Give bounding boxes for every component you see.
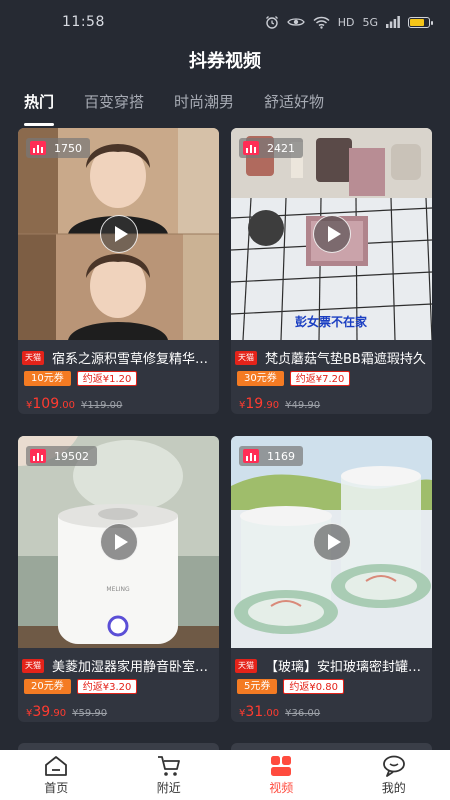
eye-icon (286, 18, 305, 26)
product-title[interactable]: 宿系之源积雪草修复精华抗糖化妆水 (52, 348, 215, 367)
nav-video-label: 视频 (269, 780, 294, 795)
nav-video[interactable]: 视频 (225, 750, 338, 800)
card-tags: 10元券 约返¥1.20 (24, 371, 138, 386)
page-title: 抖券视频 (189, 51, 261, 72)
category-tabs: 热门 百变穿搭 时尚潮男 舒适好物 (0, 88, 450, 126)
next-card-peek (231, 743, 432, 750)
product-title[interactable]: 美菱加湿器家用静音卧室大容量 (52, 656, 215, 675)
status-bar: 11:58 HD 5G (0, 0, 450, 44)
signal-icon (386, 16, 400, 28)
card-title-row: 天猫 【玻璃】安扣玻璃密封罐储物罐 (235, 656, 428, 675)
home-icon (45, 755, 68, 776)
price-decimal: .90 (50, 708, 67, 719)
alarm-icon (265, 16, 278, 29)
view-count-icon (30, 449, 46, 463)
video-card[interactable]: MELING 19502 天猫 美菱加湿器家用静音卧室大容量 20元券 约返¥3… (18, 436, 219, 722)
product-brand: MELING (106, 586, 130, 593)
view-count: 2421 (267, 141, 295, 155)
view-count-icon (30, 141, 46, 155)
hd-label: HD (337, 15, 355, 29)
tmall-badge: 天猫 (235, 350, 257, 365)
video-card[interactable]: 彭女票不在家 2421 天猫 梵贞蘑菇气垫BB霜遮瑕持久 30元券 约返¥7.2… (231, 128, 432, 414)
video-thumbnail[interactable]: 1750 (18, 128, 219, 340)
view-count-badge: 1750 (26, 138, 90, 158)
price-decimal: .00 (59, 400, 76, 411)
rebate-tag: 约返¥1.20 (76, 371, 138, 386)
rebate-tag: 约返¥7.20 (289, 371, 351, 386)
nav-mine[interactable]: 我的 (338, 750, 450, 800)
product-title[interactable]: 梵贞蘑菇气垫BB霜遮瑕持久 (265, 348, 426, 367)
rebate-tag: 约返¥0.80 (283, 679, 345, 694)
bottom-nav: 首页 附近 视频 我的 (0, 750, 450, 800)
status-time: 11:58 (62, 14, 105, 30)
thumbnail-caption: 彭女票不在家 (295, 314, 368, 329)
coupon-tag: 10元券 (24, 371, 71, 386)
tab-outfits[interactable]: 百变穿搭 (84, 88, 144, 122)
nav-nearby-label: 附近 (156, 780, 181, 795)
price-row: ¥ 109 .00 ¥119.00 (26, 396, 122, 412)
view-count: 1750 (54, 141, 82, 155)
price-row: ¥ 19 .90 ¥49.90 (239, 396, 320, 412)
tab-hot[interactable]: 热门 (24, 88, 55, 126)
nav-nearby[interactable]: 附近 (113, 750, 226, 800)
product-title[interactable]: 【玻璃】安扣玻璃密封罐储物罐 (265, 656, 428, 675)
price-integer: 39 (32, 704, 51, 720)
battery-level (410, 18, 425, 26)
video-card[interactable]: 1169 天猫 【玻璃】安扣玻璃密封罐储物罐 5元券 约返¥0.80 ¥ 31 … (231, 436, 432, 722)
nav-home-label: 首页 (44, 780, 69, 795)
tab-menswear[interactable]: 时尚潮男 (174, 88, 234, 122)
status-icons: HD 5G (265, 15, 433, 29)
wifi-icon (313, 16, 330, 29)
card-title-row: 天猫 美菱加湿器家用静音卧室大容量 (22, 656, 215, 675)
price-decimal: .90 (263, 400, 280, 411)
card-tags: 5元券 约返¥0.80 (237, 679, 345, 694)
price-row: ¥ 39 .90 ¥59.90 (26, 704, 107, 720)
cart-icon (157, 755, 180, 776)
tmall-badge: 天猫 (22, 658, 44, 673)
card-title-row: 天猫 宿系之源积雪草修复精华抗糖化妆水 (22, 348, 215, 367)
video-thumbnail[interactable]: 1169 (231, 436, 432, 648)
battery-icon (408, 16, 433, 28)
view-count-badge: 19502 (26, 446, 97, 466)
price-decimal: .00 (263, 708, 280, 719)
coupon-tag: 30元券 (237, 371, 284, 386)
coupon-tag: 5元券 (237, 679, 278, 694)
video-card[interactable]: 1750 天猫 宿系之源积雪草修复精华抗糖化妆水 10元券 约返¥1.20 ¥ … (18, 128, 219, 414)
tmall-badge: 天猫 (235, 658, 257, 673)
price-integer: 19 (245, 396, 264, 412)
nav-home[interactable]: 首页 (0, 750, 113, 800)
play-icon[interactable] (312, 215, 351, 253)
signal-label: 5G (362, 15, 378, 29)
view-count-icon (243, 141, 259, 155)
video-icon (271, 755, 292, 776)
original-price: ¥49.90 (285, 400, 321, 411)
play-icon[interactable] (99, 523, 138, 561)
view-count-badge: 2421 (239, 138, 303, 158)
next-card-peek (18, 743, 219, 750)
price-integer: 109 (32, 396, 60, 412)
view-count-icon (243, 449, 259, 463)
rebate-tag: 约返¥3.20 (76, 679, 138, 694)
view-count-badge: 1169 (239, 446, 303, 466)
play-icon[interactable] (99, 215, 138, 253)
video-thumbnail[interactable]: MELING 19502 (18, 436, 219, 648)
price-row: ¥ 31 .00 ¥36.00 (239, 704, 320, 720)
video-thumbnail[interactable]: 彭女票不在家 2421 (231, 128, 432, 340)
nav-mine-label: 我的 (381, 780, 406, 795)
chat-icon (382, 755, 405, 777)
price-integer: 31 (245, 704, 264, 720)
view-count: 19502 (54, 449, 89, 463)
view-count: 1169 (267, 449, 295, 463)
original-price: ¥119.00 (81, 400, 123, 411)
card-tags: 30元券 约返¥7.20 (237, 371, 351, 386)
card-title-row: 天猫 梵贞蘑菇气垫BB霜遮瑕持久 (235, 348, 428, 367)
tmall-badge: 天猫 (22, 350, 44, 365)
card-tags: 20元券 约返¥3.20 (24, 679, 138, 694)
play-icon[interactable] (312, 523, 351, 561)
original-price: ¥59.90 (72, 708, 108, 719)
original-price: ¥36.00 (285, 708, 321, 719)
coupon-tag: 20元券 (24, 679, 71, 694)
tab-comfort-goods[interactable]: 舒适好物 (264, 88, 324, 122)
